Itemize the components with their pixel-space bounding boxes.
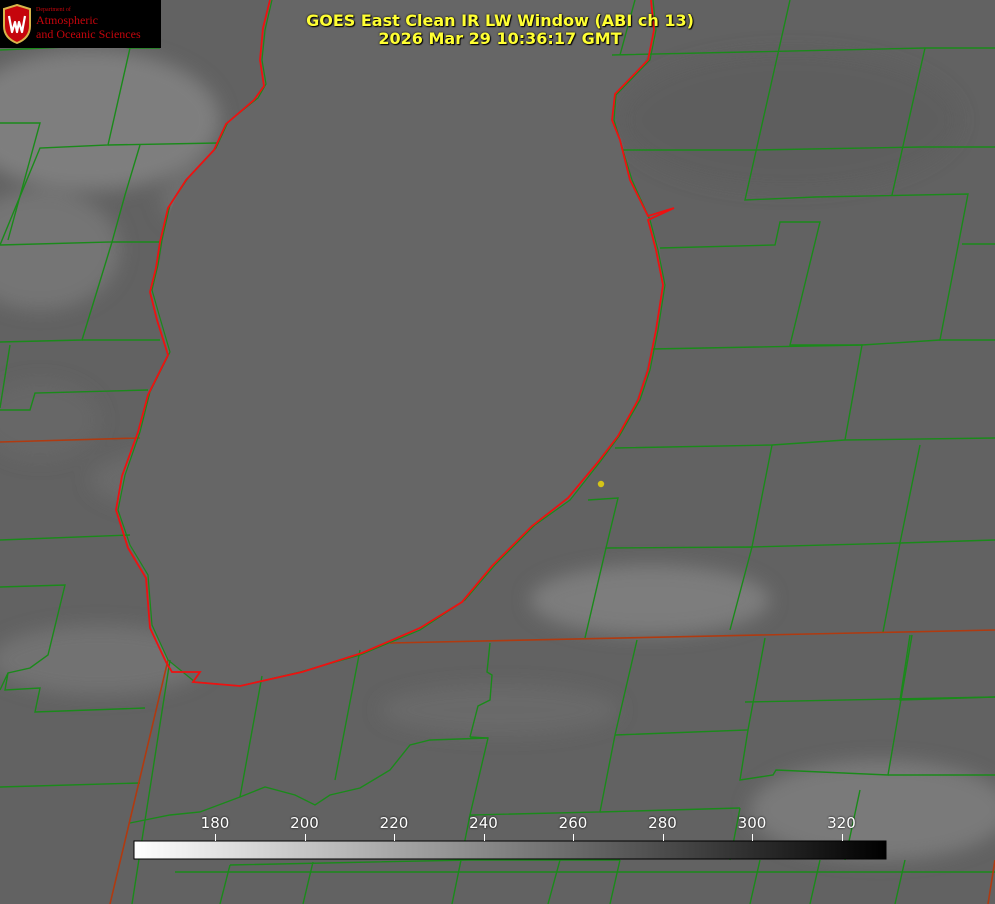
colorbar-tick-label: 320 <box>827 814 856 832</box>
image-title: GOES East Clean IR LW Window (ABI ch 13) <box>306 11 694 30</box>
image-timestamp: 2026 Mar 29 10:36:17 GMT <box>378 29 622 48</box>
colorbar-tick-mark <box>662 834 664 841</box>
logo-line2: and Oceanic Sciences <box>36 27 141 41</box>
colorbar-tick-label: 200 <box>290 814 319 832</box>
colorbar-gradient <box>133 840 887 860</box>
station-marker <box>597 480 605 488</box>
colorbar-tick-mark <box>304 834 306 841</box>
colorbar-tick-label: 220 <box>379 814 409 832</box>
colorbar-tick-label: 280 <box>648 814 677 832</box>
colorbar-tick-label: 260 <box>558 814 588 832</box>
map-canvas <box>0 0 995 904</box>
colorbar-tick-mark <box>483 834 485 841</box>
uw-crest-icon <box>3 4 31 44</box>
colorbar-tick-mark <box>394 834 395 841</box>
colorbar-tick-label: 180 <box>200 814 230 832</box>
colorbar-tick-label: 240 <box>469 814 498 832</box>
satellite-image: Department of Atmospheric and Oceanic Sc… <box>0 0 995 904</box>
aos-logo: Department of Atmospheric and Oceanic Sc… <box>0 0 161 48</box>
colorbar-tick-label: 300 <box>737 814 767 832</box>
colorbar-tick-mark <box>215 834 216 841</box>
logo-line1: Atmospheric <box>36 13 98 27</box>
colorbar-tick-mark <box>573 834 574 841</box>
colorbar-tick-mark <box>752 834 753 841</box>
colorbar-tick-mark <box>841 834 843 841</box>
colorbar-labels: 180 200 220 240 260 280 300 320 <box>0 814 995 834</box>
